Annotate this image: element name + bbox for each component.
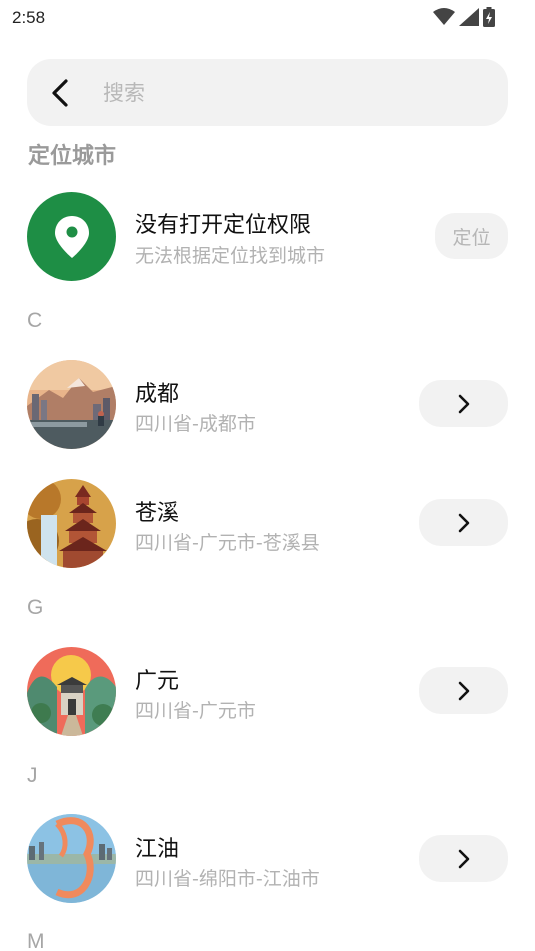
back-button[interactable] xyxy=(47,76,73,110)
signal-icon xyxy=(459,8,479,26)
city-path: 四川省-广元市-苍溪县 xyxy=(135,532,320,554)
search-input[interactable] xyxy=(103,75,483,111)
city-name: 江油 xyxy=(135,837,180,862)
index-letter-j: J xyxy=(27,764,38,787)
search-bar xyxy=(27,59,508,126)
status-time: 2:58 xyxy=(12,8,46,27)
chevron-right-icon xyxy=(458,513,469,532)
city-image-cangxi xyxy=(27,479,116,568)
chevron-right-icon xyxy=(458,681,469,700)
location-pin-avatar xyxy=(27,192,116,281)
city-cangxi-button[interactable] xyxy=(419,499,508,546)
back-arrow-icon xyxy=(52,79,68,107)
chevron-right-icon xyxy=(458,394,469,413)
city-path: 四川省-广元市 xyxy=(135,700,256,722)
index-letter-c: C xyxy=(27,309,43,332)
locate-heading: 没有打开定位权限 xyxy=(135,213,312,238)
chevron-right-icon xyxy=(458,849,469,868)
city-image-jiangyou xyxy=(27,814,116,903)
locate-button[interactable]: 定位 xyxy=(435,213,508,259)
city-path: 四川省-成都市 xyxy=(135,413,256,435)
status-icons xyxy=(433,7,495,27)
city-image-guangyuan xyxy=(27,647,116,736)
locate-subtitle: 无法根据定位找到城市 xyxy=(135,245,326,267)
index-letter-g: G xyxy=(27,596,44,619)
status-bar: 2:58 xyxy=(0,0,535,38)
city-chengdu-button[interactable] xyxy=(419,380,508,427)
battery-charging-icon xyxy=(483,7,495,27)
city-jiangyou-button[interactable] xyxy=(419,835,508,882)
index-letter-m: M xyxy=(27,930,45,951)
city-guangyuan-button[interactable] xyxy=(419,667,508,714)
city-name: 成都 xyxy=(135,382,180,407)
locate-section-title: 定位城市 xyxy=(28,144,117,169)
city-path: 四川省-绵阳市-江油市 xyxy=(135,868,320,890)
wifi-icon xyxy=(433,8,455,25)
city-image-chengdu xyxy=(27,360,116,449)
city-name: 苍溪 xyxy=(135,501,180,526)
city-name: 广元 xyxy=(135,669,180,694)
location-pin-icon xyxy=(54,215,89,258)
